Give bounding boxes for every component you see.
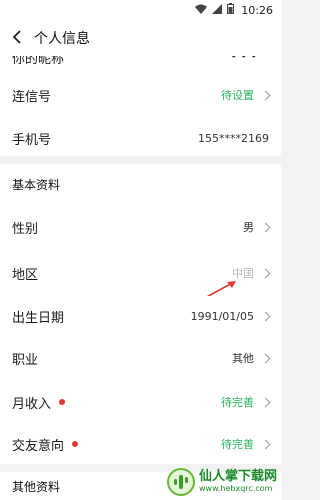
section-divider [0,156,281,164]
list-item-phone[interactable]: 手机号 155****2169 [0,120,281,156]
cactus-logo-icon [166,468,195,496]
lianxin-id-label: 连信号 [12,89,52,105]
dating-intent-value: 待完善 [221,438,254,451]
gender-value: 男 [243,221,254,234]
nickname-value: • • • [230,56,257,63]
status-time: 10:26 [241,3,273,17]
chevron-right-icon [260,439,271,449]
list-item-gender[interactable]: 性别 男 [0,204,281,250]
birthdate-label: 出生日期 [12,310,65,326]
list-item-nickname[interactable]: 你的昵称 • • • [0,56,281,70]
income-label: 月收入 [12,396,52,412]
red-dot-badge [72,441,79,447]
watermark-title: 仙人掌下载网 [198,469,277,485]
chevron-right-icon [260,353,271,363]
wifi-icon [195,4,208,17]
signal-icon [212,3,223,17]
chevron-right-icon [260,397,271,407]
lianxin-id-value: 待设置 [221,89,254,102]
red-dot-badge [59,399,66,405]
occupation-label: 职业 [12,352,39,368]
page-header: 个人信息 [0,20,281,56]
chevron-right-icon [260,222,271,232]
chevron-right-icon [260,90,271,100]
chevron-right-icon [260,311,271,321]
list-item-dating-intent[interactable]: 交友意向 待完善 [0,424,281,464]
section-title-basic: 基本资料 [0,164,281,204]
dating-intent-label: 交友意向 [12,438,65,454]
list-item-birthdate[interactable]: 出生日期 1991/01/05 [0,296,281,336]
birthdate-value: 1991/01/05 [190,309,254,323]
income-value: 待完善 [221,396,254,409]
phone-value: 155****2169 [198,131,269,145]
watermark: 仙人掌下载网 www.hebxqrc.com [166,464,277,500]
phone-label: 手机号 [12,132,52,148]
list-item-occupation[interactable]: 职业 其他 [0,336,281,380]
list-item-lianxin-id[interactable]: 连信号 待设置 [0,70,281,120]
list-item-income[interactable]: 月收入 待完善 [0,380,281,424]
status-bar: 10:26 [0,0,281,20]
chevron-right-icon [260,268,271,278]
page-title: 个人信息 [34,31,90,47]
back-icon[interactable] [12,29,26,47]
battery-icon [227,3,235,17]
occupation-value: 其他 [232,352,254,365]
watermark-url: www.hebxqrc.com [198,483,273,493]
region-label: 地区 [12,267,39,283]
nickname-label: 你的昵称 [12,56,65,67]
gender-label: 性别 [12,221,39,237]
